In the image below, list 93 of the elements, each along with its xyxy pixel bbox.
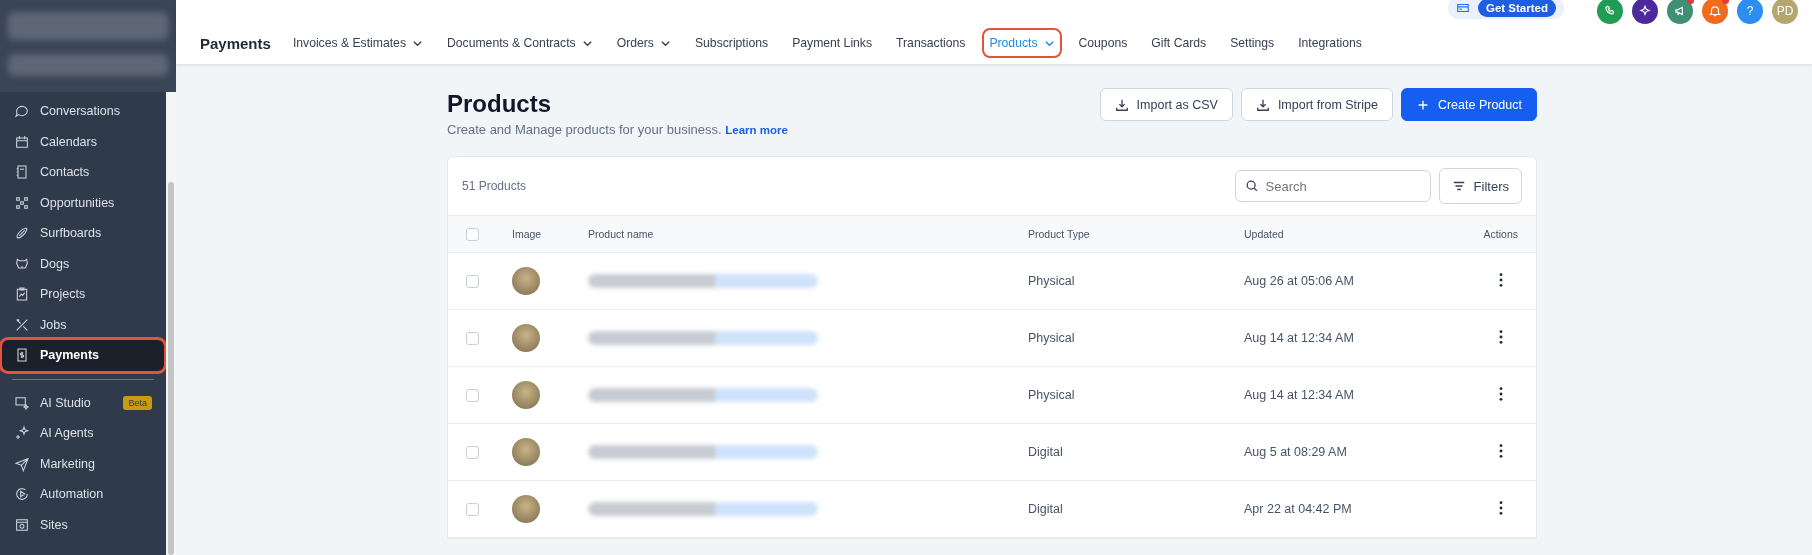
checkbox[interactable] — [466, 502, 479, 516]
account-switcher[interactable] — [8, 12, 168, 40]
sidebar-item[interactable]: Contacts — [2, 157, 164, 188]
filter-icon — [1451, 179, 1466, 193]
sidebar-icon — [14, 286, 30, 303]
photo-placeholder — [512, 438, 540, 466]
section-title: Payments — [200, 34, 271, 52]
sidebar-icon — [14, 133, 30, 150]
table-cell-text: Aug 14 at 12:34 AM — [1244, 331, 1355, 345]
sidebar-item[interactable]: Payments — [2, 340, 164, 371]
photo-placeholder — [512, 267, 540, 295]
nav-tab[interactable]: Coupons — [1073, 30, 1133, 56]
nav-tab[interactable]: Subscriptions — [689, 30, 774, 56]
sidebar-item[interactable]: Surfboards — [2, 218, 164, 249]
sidebar-item[interactable]: Automation — [2, 479, 164, 510]
checkbox[interactable] — [466, 331, 479, 345]
action-button[interactable]: Create Product — [1400, 88, 1537, 121]
sidebar-item[interactable]: AI Studio Beta — [2, 387, 164, 418]
nav-tab[interactable]: Payment Links — [787, 30, 878, 56]
search-field[interactable]: Search — [1234, 170, 1431, 202]
header-icon-button[interactable] — [1667, 0, 1693, 24]
page-title: Products — [447, 90, 552, 118]
sidebar-icon — [14, 164, 30, 181]
table-cell-text: Apr 22 at 04:42 PM — [1244, 502, 1353, 516]
table-cell-text: Physical — [1028, 331, 1076, 345]
sidebar-item[interactable]: Dogs — [2, 248, 164, 279]
nav-tab[interactable]: Products — [984, 30, 1060, 56]
column-header: Actions — [1482, 228, 1518, 240]
sidebar-item[interactable]: Conversations — [2, 96, 164, 127]
scrollbar[interactable] — [166, 92, 176, 555]
table-cell-text: Digital — [1028, 445, 1064, 459]
table-cell-text: Aug 14 at 12:34 AM — [1244, 388, 1355, 402]
bell-icon — [1708, 4, 1722, 18]
photo-placeholder — [512, 381, 540, 409]
beta-badge: Beta — [123, 395, 152, 410]
download-icon — [1114, 97, 1129, 112]
action-button[interactable]: Import from Stripe — [1240, 88, 1393, 121]
sidebar-icon — [14, 194, 30, 211]
action-button[interactable]: Import as CSV — [1099, 88, 1233, 121]
nav-tab[interactable]: Orders — [611, 30, 676, 56]
column-header: Updated — [1244, 228, 1285, 240]
more-options-icon[interactable] — [1498, 385, 1504, 402]
more-options-icon[interactable] — [1498, 442, 1504, 459]
more-options-icon[interactable] — [1498, 499, 1504, 516]
table-cell-text: Digital — [1028, 502, 1064, 516]
checkbox[interactable] — [466, 445, 479, 459]
sidebar-item[interactable]: Jobs — [2, 309, 164, 340]
sidebar-icon — [14, 347, 30, 364]
get-started-button[interactable]: Get Started — [1448, 0, 1564, 19]
table-cell-text: Aug 5 at 08:29 AM — [1244, 445, 1348, 459]
more-options-icon[interactable] — [1498, 271, 1504, 288]
checkbox[interactable] — [466, 227, 479, 241]
card-icon — [1456, 1, 1470, 15]
column-header: Image — [511, 228, 543, 240]
sidebar-icon — [14, 316, 30, 333]
sidebar-item[interactable]: Projects — [2, 279, 164, 310]
table-cell-text: Physical — [1028, 274, 1076, 288]
sidebar-icon — [14, 425, 30, 442]
sidebar-item[interactable]: Sites — [2, 509, 164, 540]
nav-tab[interactable]: Settings — [1225, 30, 1280, 56]
nav-tab[interactable]: Invoices & Estimates — [287, 30, 428, 56]
sidebar-icon — [14, 516, 30, 533]
sidebar-icon — [14, 486, 30, 503]
sidebar-item[interactable]: Opportunities — [2, 187, 164, 218]
checkbox[interactable] — [466, 274, 479, 288]
nav-tab[interactable]: Transactions — [891, 30, 971, 56]
sidebar-icon — [14, 103, 30, 120]
nav-tab[interactable]: Documents & Contracts — [442, 30, 598, 56]
phone-icon — [1603, 4, 1617, 18]
header-icon-button[interactable] — [1632, 0, 1658, 24]
photo-placeholder — [512, 324, 540, 352]
sidebar-icon — [14, 394, 30, 411]
more-options-icon[interactable] — [1498, 328, 1504, 345]
nav-tab[interactable]: Gift Cards — [1146, 30, 1212, 56]
sidebar-item[interactable]: AI Agents — [2, 418, 164, 449]
page-subtitle: Create and Manage products for your business. Learn more — [447, 122, 788, 137]
nav-tab[interactable]: Integrations — [1293, 30, 1367, 56]
learn-more-link[interactable]: Learn more — [725, 124, 788, 136]
filters-button[interactable]: Filters — [1438, 168, 1522, 204]
table-cell-text: Physical — [1028, 388, 1076, 402]
sidebar-item[interactable]: Marketing — [2, 448, 164, 479]
product-count: 51 Products — [462, 179, 527, 193]
table-cell-text: Aug 26 at 05:06 AM — [1244, 274, 1355, 288]
download-icon — [1255, 97, 1270, 112]
location-field[interactable] — [8, 54, 168, 76]
column-header: Product Type — [1028, 228, 1091, 240]
sparkle-icon — [1638, 4, 1652, 18]
sidebar-icon — [14, 455, 30, 472]
header-icon-button[interactable] — [1702, 0, 1728, 24]
sidebar-item[interactable]: Calendars — [2, 126, 164, 157]
photo-placeholder — [512, 495, 540, 523]
column-header: Product name — [588, 228, 655, 240]
checkbox[interactable] — [466, 388, 479, 402]
